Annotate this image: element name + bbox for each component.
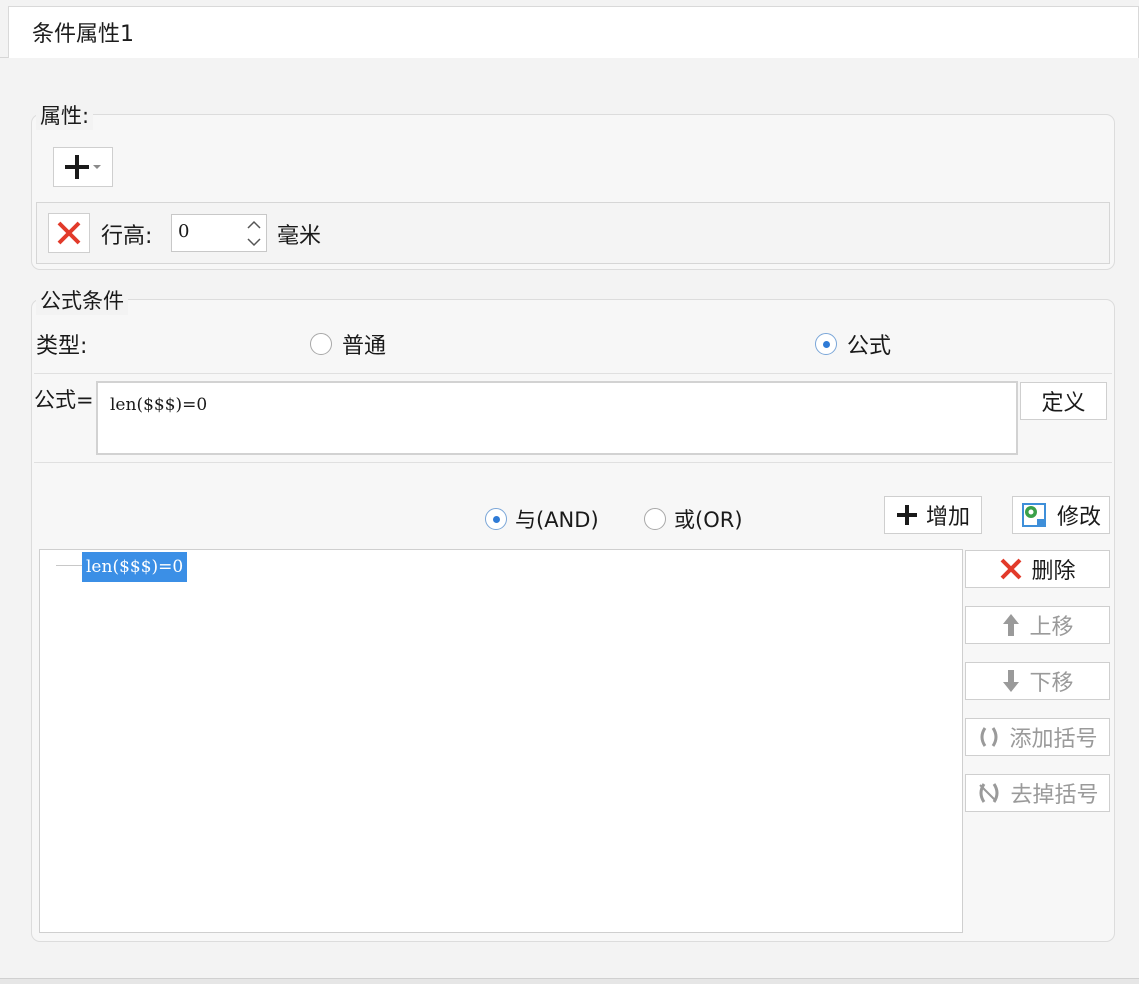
move-down-label: 下移	[1029, 671, 1074, 696]
spin-down-icon[interactable]	[247, 237, 261, 247]
formula-condition-label: 公式条件	[36, 285, 128, 315]
formula-label: 公式=	[34, 388, 94, 412]
add-condition-label: 增加	[925, 505, 970, 530]
close-icon	[1001, 558, 1022, 580]
logic-option-or[interactable]: 或(OR)	[644, 504, 743, 534]
formula-input[interactable]: len($$$)=0	[96, 381, 1018, 455]
arrow-up-icon	[1003, 614, 1020, 636]
remove-bracket-button[interactable]: 去掉括号	[965, 774, 1110, 812]
radio-or[interactable]	[644, 508, 666, 530]
type-option-normal[interactable]: 普通	[310, 328, 386, 360]
remove-bracket-label: 去掉括号	[1010, 783, 1099, 808]
delete-condition-label: 删除	[1031, 559, 1076, 584]
type-label: 类型:	[36, 334, 88, 359]
delete-condition-button[interactable]: 删除	[965, 550, 1110, 588]
add-bracket-button[interactable]: 添加括号	[965, 718, 1110, 756]
divider	[34, 462, 1112, 463]
row-height-unit: 毫米	[277, 224, 322, 249]
radio-and[interactable]	[485, 508, 507, 530]
modify-condition-button[interactable]: 修改	[1012, 496, 1110, 534]
move-down-button[interactable]: 下移	[965, 662, 1110, 700]
plus-icon	[896, 505, 917, 525]
radio-normal[interactable]	[310, 333, 332, 355]
remove-brackets-icon	[979, 783, 999, 803]
type-option-formula[interactable]: 公式	[815, 328, 891, 360]
close-icon	[57, 221, 81, 245]
row-height-stepper[interactable]: 0	[171, 214, 267, 252]
condition-tree[interactable]: len($$$)=0	[39, 549, 963, 933]
remove-attribute-button[interactable]	[48, 213, 90, 253]
logic-option-or-label: 或(OR)	[674, 508, 743, 532]
spin-up-icon[interactable]	[247, 220, 261, 229]
modify-condition-label: 修改	[1056, 505, 1101, 530]
attributes-label: 属性:	[36, 100, 94, 130]
arrow-down-icon	[1003, 670, 1020, 692]
add-attribute-button[interactable]	[53, 147, 113, 187]
logic-option-and[interactable]: 与(AND)	[485, 504, 599, 534]
chevron-down-icon	[93, 165, 101, 169]
type-option-normal-label: 普通	[342, 334, 387, 359]
add-condition-button[interactable]: 增加	[884, 496, 982, 534]
dialog-title: 条件属性1	[32, 22, 134, 47]
add-bracket-label: 添加括号	[1009, 727, 1098, 752]
brackets-icon	[980, 727, 998, 747]
tree-connector	[56, 565, 82, 566]
dialog-tab	[8, 6, 1139, 58]
plus-icon	[65, 155, 89, 179]
move-up-button[interactable]: 上移	[965, 606, 1110, 644]
type-option-formula-label: 公式	[847, 334, 892, 359]
modify-icon	[1021, 503, 1046, 527]
bottom-edge	[0, 978, 1139, 984]
row-height-input[interactable]: 0	[172, 215, 242, 251]
move-up-label: 上移	[1029, 615, 1074, 640]
define-button[interactable]: 定义	[1020, 382, 1107, 420]
logic-option-and-label: 与(AND)	[515, 508, 599, 532]
row-height-label: 行高:	[101, 224, 153, 249]
formula-input-value: len($$$)=0	[110, 395, 208, 415]
tree-node[interactable]: len($$$)=0	[82, 552, 188, 582]
radio-formula[interactable]	[815, 333, 837, 355]
divider	[34, 373, 1112, 374]
